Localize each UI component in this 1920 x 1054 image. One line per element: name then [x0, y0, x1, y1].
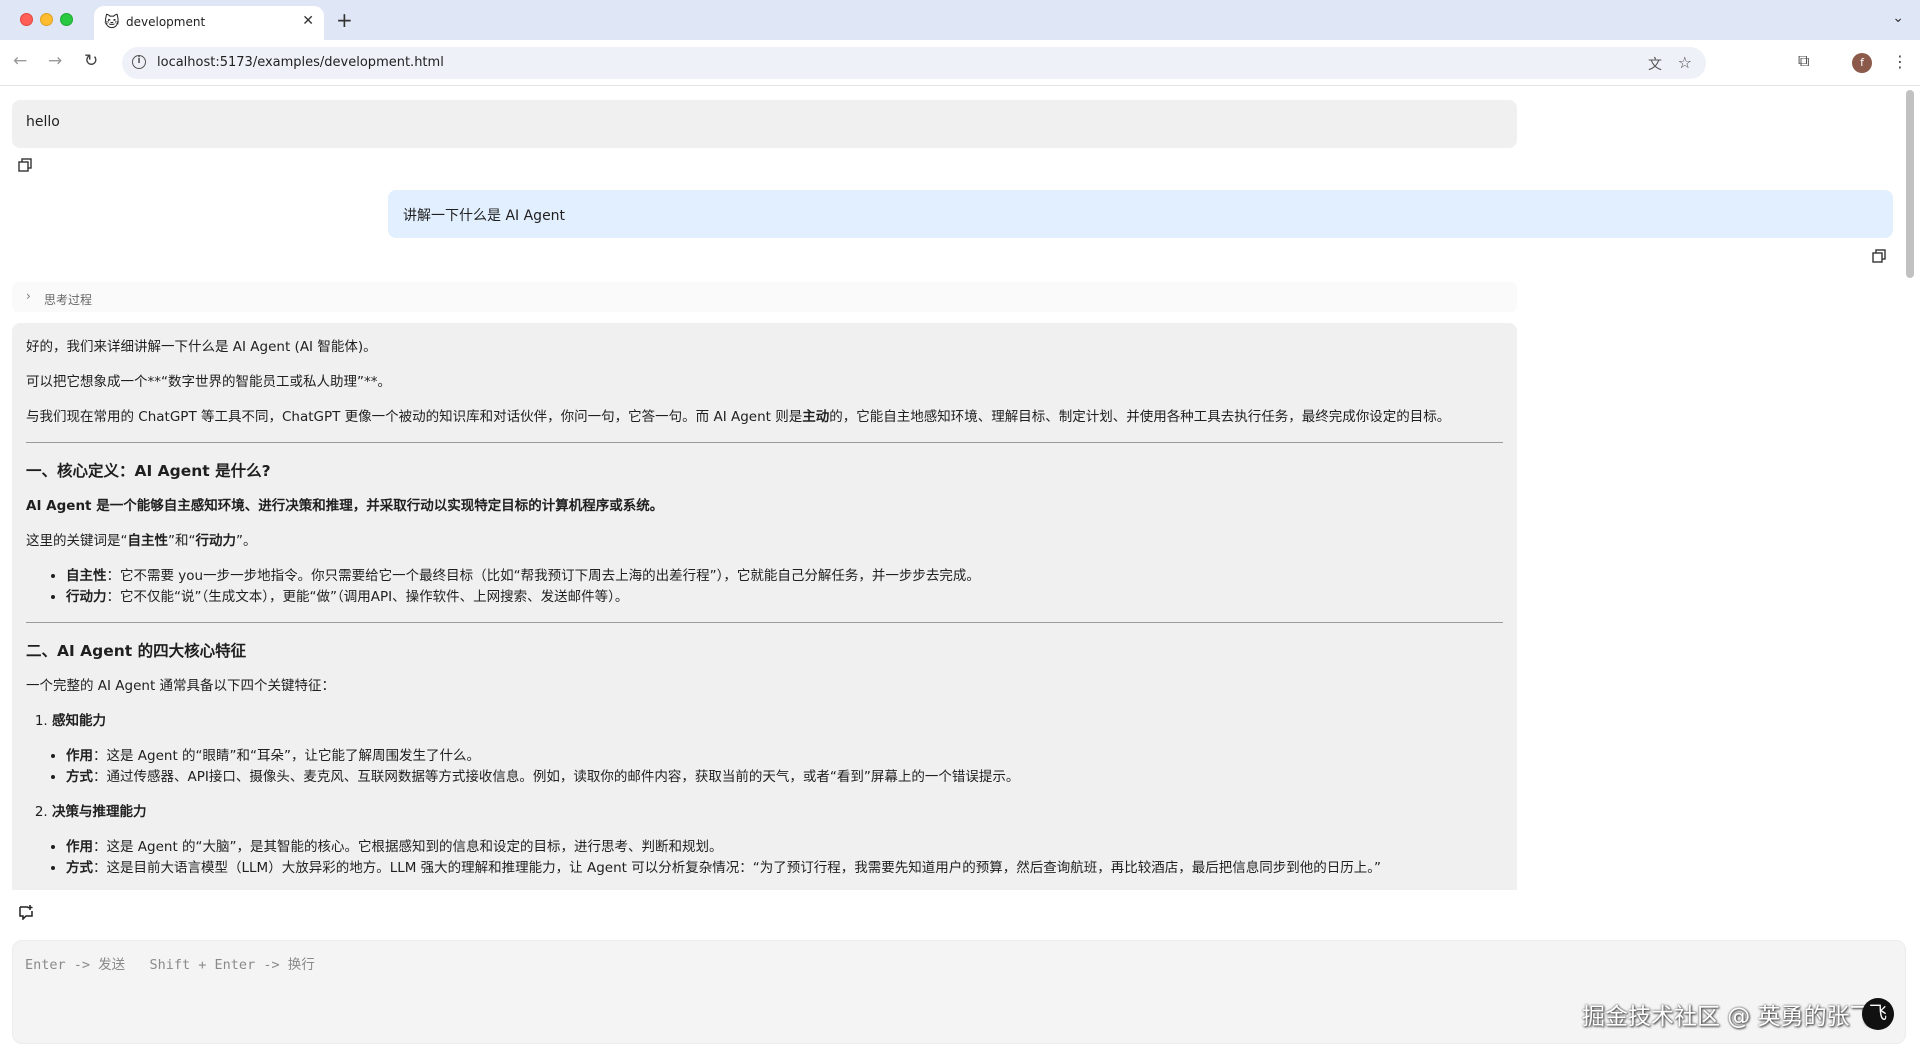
answer-paragraph: 一个完整的 AI Agent 通常具备以下四个关键特征： [26, 678, 336, 694]
window-minimize-button[interactable] [40, 13, 53, 26]
tab-search-chevron-icon[interactable]: ⌄ [1892, 10, 1904, 26]
list-item: 自主性：它不需要 you一步一步地指令。你只需要给它一个最终目标（比如“帮我预订… [66, 566, 1503, 587]
feature-item: 决策与推理能力 作用：这是 Agent 的“大脑”，是其智能的核心。它根据感知到… [52, 802, 1503, 879]
section-heading: 一、核心定义：AI Agent 是什么? [26, 462, 271, 480]
answer-paragraph: AI Agent 是一个能够自主感知环境、进行决策和推理，并采取行动以实现特定目… [26, 498, 664, 514]
extensions-puzzle-icon[interactable]: ⧉ [1798, 51, 1809, 71]
new-tab-plus-icon[interactable]: + [336, 8, 353, 32]
tab-close-icon[interactable]: ✕ [302, 13, 314, 29]
back-arrow-icon[interactable]: ← [13, 51, 27, 71]
cat-favicon-icon: 🐱 [104, 13, 120, 31]
assistant-answer: 好的，我们来详细讲解一下什么是 AI Agent (AI 智能体)。 可以把它想… [12, 323, 1517, 890]
answer-paragraph: 可以把它想象成一个**“数字世界的智能员工或私人助理”**。 [26, 374, 391, 390]
list-item: 行动力：它不仅能“说”（生成文本），更能“做”（调用API、操作软件、上网搜索、… [66, 587, 1503, 608]
copy-icon[interactable] [18, 157, 32, 176]
tab-title: development [126, 15, 206, 29]
list-item: 方式：这是目前大语言模型（LLM）大放异彩的地方。LLM 强大的理解和推理能力，… [66, 858, 1503, 879]
feature-item: 感知能力 作用：这是 Agent 的“眼睛”和“耳朵”，让它能了解周围发生了什么… [52, 711, 1503, 788]
message-text: hello [26, 114, 60, 130]
feature-title: 决策与推理能力 [52, 804, 147, 820]
answer-paragraph: 这里的关键词是“自主性”和“行动力”。 [26, 533, 257, 549]
divider [26, 622, 1503, 623]
browser-menu-kebab-icon[interactable]: ⋮ [1892, 52, 1908, 71]
thinking-process-toggle[interactable]: › 思考过程 [12, 282, 1517, 312]
browser-tab-bar: 🐱 development ✕ + ⌄ [0, 0, 1920, 40]
page-scrollbar[interactable] [1906, 90, 1914, 278]
answer-paragraph: 与我们现在常用的 ChatGPT 等工具不同，ChatGPT 更像一个被动的知识… [26, 409, 1451, 425]
reload-icon[interactable]: ↻ [84, 51, 98, 71]
window-close-button[interactable] [20, 13, 33, 26]
profile-avatar[interactable]: f [1852, 53, 1872, 73]
translate-icon[interactable]: 文 [1648, 54, 1662, 74]
copy-icon[interactable] [1872, 248, 1886, 267]
divider [26, 442, 1503, 443]
message-bubble-hello: hello [12, 100, 1517, 148]
feature-title: 感知能力 [52, 713, 106, 729]
feature-list: 感知能力 作用：这是 Agent 的“眼睛”和“耳朵”，让它能了解周围发生了什么… [52, 711, 1503, 879]
section-heading: 二、AI Agent 的四大核心特征 [26, 642, 247, 660]
browser-tab[interactable]: 🐱 development ✕ [94, 6, 324, 40]
new-chat-icon[interactable] [18, 904, 34, 924]
forward-arrow-icon[interactable]: → [48, 51, 62, 71]
bookmark-star-icon[interactable]: ☆ [1678, 53, 1692, 72]
list-item: 方式：通过传感器、API接口、摄像头、麦克风、互联网数据等方式接收信息。例如，读… [66, 767, 1503, 788]
window-maximize-button[interactable] [60, 13, 73, 26]
list-item: 作用：这是 Agent 的“眼睛”和“耳朵”，让它能了解周围发生了什么。 [66, 746, 1503, 767]
chevron-right-icon: › [26, 289, 31, 303]
watermark-badge-icon: 飞 [1862, 998, 1894, 1030]
list-item: 作用：这是 Agent 的“大脑”，是其智能的核心。它根据感知到的信息和设定的目… [66, 837, 1503, 858]
message-text: 讲解一下什么是 AI Agent [403, 208, 566, 224]
message-bubble-user: 讲解一下什么是 AI Agent [388, 190, 1893, 238]
answer-paragraph: 好的，我们来详细讲解一下什么是 AI Agent (AI 智能体)。 [26, 339, 377, 355]
address-url[interactable]: localhost:5173/examples/development.html [157, 55, 444, 70]
bullet-list: 自主性：它不需要 you一步一步地指令。你只需要给它一个最终目标（比如“帮我预订… [66, 566, 1503, 608]
browser-toolbar: ← → ↻ i localhost:5173/examples/developm… [0, 40, 1920, 86]
site-info-icon[interactable]: i [132, 55, 146, 69]
thinking-label: 思考过程 [44, 293, 93, 307]
address-bar[interactable]: i localhost:5173/examples/development.ht… [122, 47, 1706, 79]
watermark-text: 掘金技术社区 @ 英勇的张飞 [1582, 1004, 1873, 1030]
